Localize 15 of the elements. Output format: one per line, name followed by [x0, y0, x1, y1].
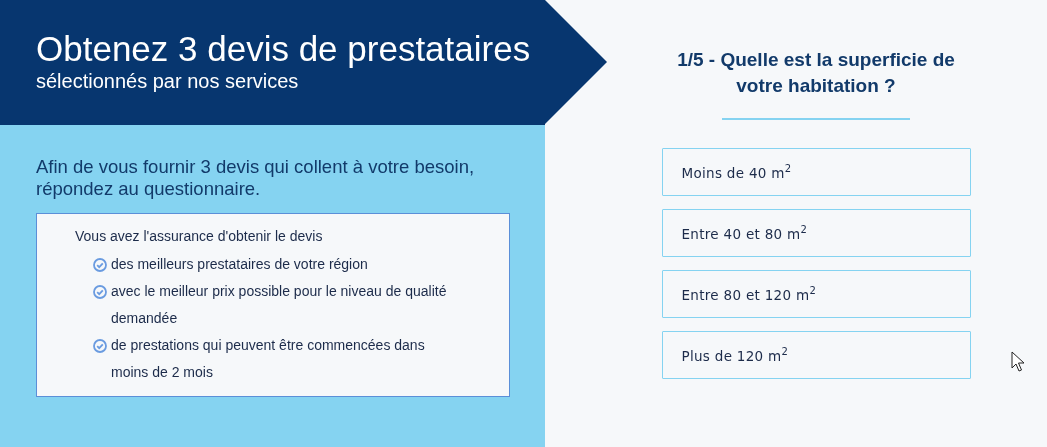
mouse-cursor-icon [1011, 351, 1025, 372]
question-title: 1/5 - Quelle est la superficie de votre habitation ? [676, 48, 956, 98]
answer-option[interactable]: Moins de 40 m$^{2}$ [661, 148, 971, 196]
check-circle-icon [93, 285, 107, 299]
answer-option[interactable]: Plus de 120 m$^{2}$ [661, 331, 971, 379]
answer-option[interactable]: Entre 40 et 80 m$^{2}$ [661, 209, 971, 257]
intro-text: Afin de vous fournir 3 devis qui collent à votre besoin, répondez au questionnaire. [36, 156, 476, 200]
assurance-lead: Vous avez l'assurance d'obtenir le devis [75, 227, 324, 245]
assurance-point: des meilleurs prestataires de votre région [111, 255, 369, 274]
check-circle-icon [93, 258, 107, 272]
answer-option[interactable]: Entre 80 et 120 m$^{2}$ [661, 270, 971, 318]
check-circle-icon [93, 339, 107, 353]
page-title: Obtenez 3 devis de prestataires [36, 30, 532, 68]
assurance-point: de prestations qui peuvent être commencées dans moins de 2 mois [111, 336, 426, 382]
page-subtitle: sélectionnés par nos services [36, 69, 300, 94]
